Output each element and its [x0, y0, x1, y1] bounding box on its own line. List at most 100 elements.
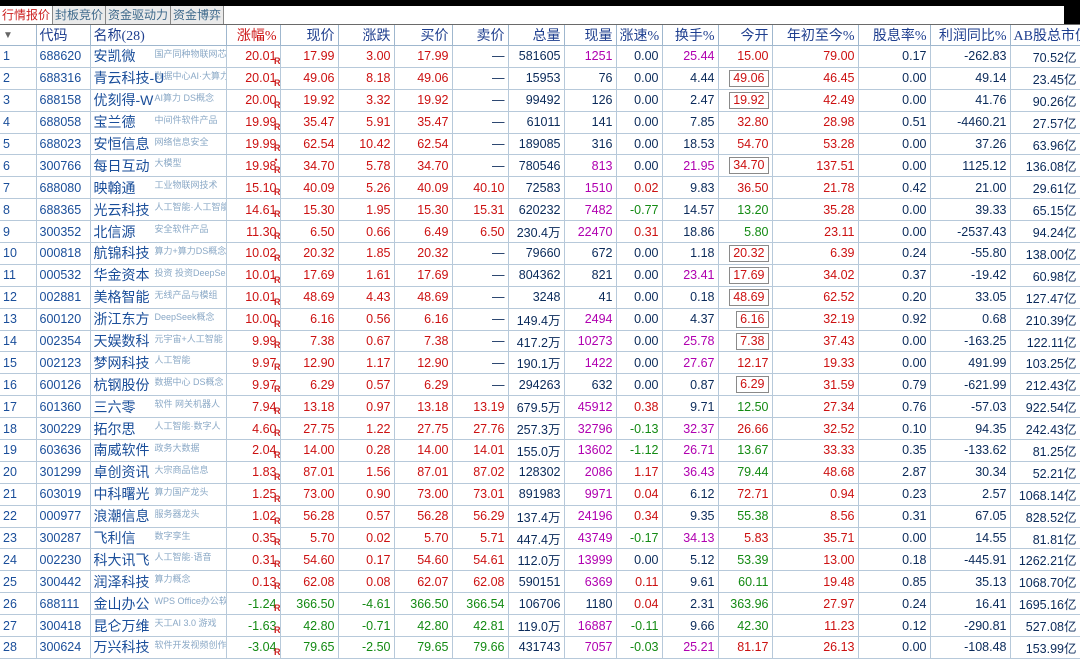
col-header-change[interactable]: 涨跌 [338, 25, 395, 46]
col-header-code[interactable]: 代码 [36, 25, 91, 46]
table-row[interactable]: 5 688023 安恒信息 网络信息安全 19.99 R 62.54 10.42 62.54—1… [0, 133, 1080, 156]
table-row[interactable]: 22 000977 浪潮信息 服务器龙头 1.02 R 56.28 0.57 56.28 56.2… [0, 505, 1080, 528]
table-row[interactable]: 26688111金山办公WPS Office办公软件-1.24R366.50-4… [0, 592, 1080, 616]
table-row[interactable]: 1688620安凯微国产同种物联网芯片Soc20.01R17.993.0017.… [0, 45, 1080, 68]
table-row[interactable]: 15 002123 梦网科技 人工智能 9.97 R 12.90 1.17 12.90—190.… [0, 351, 1080, 375]
current-volume: 1422 [564, 351, 617, 375]
r-marker-icon: R [274, 581, 280, 592]
table-row[interactable]: 12 002881 美格智能 无线产品与模组 10.01 R 48.69 4.43 48.69—… [0, 286, 1080, 309]
current-volume: 1251 [564, 45, 617, 68]
bid-price: 20.32 [394, 242, 453, 265]
table-row[interactable]: 16 600126 杭钢股份 数据中心 DS概念 9.97 R 6.29 0.57 6.29—2… [0, 373, 1080, 397]
ytd-change: 26.13 [772, 636, 859, 659]
row-index: 3 [0, 89, 37, 112]
col-header-ytd[interactable]: 年初至今% [772, 25, 859, 46]
market-cap: 1068.70亿 [1010, 570, 1080, 594]
col-header-market-cap[interactable]: AB股总市值 [1010, 25, 1080, 46]
table-row[interactable]: 18 300229 拓尔思 人工智能·数字人 4.60 R 27.75 1.22 27.75 27… [0, 417, 1080, 441]
bid-price: 17.69 [394, 264, 453, 287]
table-row[interactable]: 2 688316 青云科技-U 数据中心AI·大算力 20.01 R 49.06 8.18 49… [0, 67, 1080, 90]
table-row[interactable]: 17 601360 三六零 软件 网关机器人 7.94 R 13.18 0.97 13.18 13… [0, 395, 1080, 419]
change-pct: 9.97 R [226, 351, 281, 375]
concept-tag: AI算力 DS概念 [154, 92, 215, 103]
table-row[interactable]: 3 688158 优刻得-W AI算力 DS概念 20.00 R 19.92 3.32 19.9… [0, 89, 1080, 112]
open-price: 12.17 [718, 351, 773, 375]
volume: 257.3万 [508, 417, 565, 441]
concept-tag: 数字孪生 [154, 530, 191, 541]
market-cap: 242.43亿 [1010, 417, 1080, 441]
ytd-change: 11.23 [772, 614, 859, 638]
speed: 0.04 [616, 483, 663, 506]
table-row[interactable]: 6 300766 每日互动 大模型 19.98 R • 34.70 5.78 34.70—7805… [0, 154, 1080, 178]
profit-yoy: -57.03 [930, 395, 1011, 419]
table-row[interactable]: 24 002230 科大讯飞 人工智能·语音 0.31 R 54.60 0.17 54.60 54… [0, 548, 1080, 572]
ask-price: 54.61 [452, 548, 509, 572]
speed: 0.00 [616, 286, 663, 309]
col-header-profit-yoy[interactable]: 利润同比% [930, 25, 1011, 46]
change: 1.17 [338, 351, 395, 375]
col-header-volume[interactable]: 总量 [508, 25, 565, 46]
r-marker-icon: R [274, 252, 280, 263]
table-row[interactable]: 11000532华金资本投资 投资DeepSeek10.01R17.691.61… [0, 264, 1080, 287]
row-index: 19 [0, 439, 37, 462]
col-header-change-pct[interactable]: 涨幅% [226, 25, 281, 46]
ask-price: 27.76 [452, 417, 509, 441]
stock-code: 603019 [36, 483, 91, 506]
table-row[interactable]: 9 300352 北信源 安全软件产品 11.30 R 6.50 0.66 6.49 6.50 23… [0, 220, 1080, 244]
table-row[interactable]: 28 300624 万兴科技 软件开发视频创作 -3.04 R 79.65 -2.50 79.6… [0, 636, 1080, 659]
change-pct: 4.60 R [226, 417, 281, 441]
table-row[interactable]: 4 688058 宝兰德 中间件软件产品 19.99 R 35.47 5.91 35.47—61… [0, 111, 1080, 134]
bid-price: 6.49 [394, 220, 453, 244]
stock-code: 688023 [36, 133, 91, 156]
sort-indicator-header[interactable]: ▼ [0, 25, 37, 46]
ask-price: — [452, 373, 509, 397]
change: -2.50 [338, 636, 395, 659]
table-row[interactable]: 21 603019 中科曙光 算力国产龙头 1.25 R 73.00 0.90 73.00 73.… [0, 483, 1080, 506]
tab-bar: 行情报价 封板竞价 资金驱动力 资金博弈 [0, 6, 1080, 25]
table-row[interactable]: 25 300442 润泽科技 算力概念 0.13 R 62.08 0.08 62.07 62.08… [0, 570, 1080, 594]
table-row[interactable]: 8 688365 光云科技 人工智能·人工智能 14.61 R 15.30 1.95 15.30… [0, 198, 1080, 222]
current-volume: 22470 [564, 220, 617, 244]
col-header-ask[interactable]: 卖价 [452, 25, 509, 46]
table-row[interactable]: 7 688080 映翰通 工业物联网技术 15.10 R 40.09 5.26 40.09 40.… [0, 176, 1080, 200]
tab-fund-game[interactable]: 资金博弈 [171, 6, 225, 24]
col-header-current-volume[interactable]: 现量 [564, 25, 617, 46]
table-row[interactable]: 19 603636 南威软件 政务大数据 2.04 R 14.00 0.28 14.00 14.0… [0, 439, 1080, 462]
stock-code: 002354 [36, 330, 91, 353]
col-header-speed[interactable]: 涨速% [616, 25, 663, 46]
change: 0.57 [338, 373, 395, 397]
table-row[interactable]: 13 600120 浙江东方 DeepSeek概念 10.00 R 6.16 0.56 6.16… [0, 308, 1080, 331]
tab-quotes[interactable]: 行情报价 [0, 6, 54, 24]
r-marker-icon: R [274, 143, 280, 154]
table-row[interactable]: 10 000818 航锦科技 算力+算力DS概念 10.02 R 20.32 1.85 20.3… [0, 242, 1080, 265]
stock-code: 301299 [36, 461, 91, 484]
change-pct-value: 7.94 [252, 399, 277, 414]
table-row[interactable]: 27 300418 昆仑万维 天工AI 3.0 游戏 -1.63 R 42.80 -0.71 4… [0, 614, 1080, 638]
col-header-bid[interactable]: 买价 [394, 25, 453, 46]
current-volume: 141 [564, 111, 617, 134]
table-row[interactable]: 14 002354 天娱数科 元宇宙+人工智能 9.99 R 7.38 0.67 7.38—41… [0, 330, 1080, 353]
stock-code: 300418 [36, 614, 91, 638]
open-price-value: 7.38 [736, 332, 769, 350]
table-row[interactable]: 23 300287 飞利信 数字孪生 0.35 R 5.70 0.02 5.70 5.71 447.… [0, 527, 1080, 550]
speed: 0.00 [616, 308, 663, 331]
r-marker-icon: R [274, 537, 280, 548]
col-header-dividend[interactable]: 股息率% [858, 25, 931, 46]
concept-tag: 人工智能·数字人 [154, 421, 221, 432]
price: 14.00 [280, 439, 339, 462]
turnover: 27.67 [662, 351, 719, 375]
ask-price: 14.01 [452, 439, 509, 462]
profit-yoy: -108.48 [930, 636, 1011, 659]
col-header-turnover[interactable]: 换手% [662, 25, 719, 46]
ytd-change: 35.71 [772, 527, 859, 550]
tab-fund-driver[interactable]: 资金驱动力 [106, 6, 172, 24]
dividend-yield: 0.00 [858, 198, 931, 222]
col-header-name[interactable]: 名称(28) [90, 25, 227, 46]
open-price: 48.69 [718, 286, 773, 309]
col-header-price[interactable]: 现价 [280, 25, 339, 46]
turnover: 18.86 [662, 220, 719, 244]
table-row[interactable]: 20 301299 卓创资讯 大宗商品信息 1.83 R 87.01 1.56 87.01 87.… [0, 461, 1080, 484]
col-header-open[interactable]: 今开 [718, 25, 773, 46]
row-index: 18 [0, 417, 37, 441]
tab-limit-auction[interactable]: 封板竞价 [53, 6, 107, 24]
